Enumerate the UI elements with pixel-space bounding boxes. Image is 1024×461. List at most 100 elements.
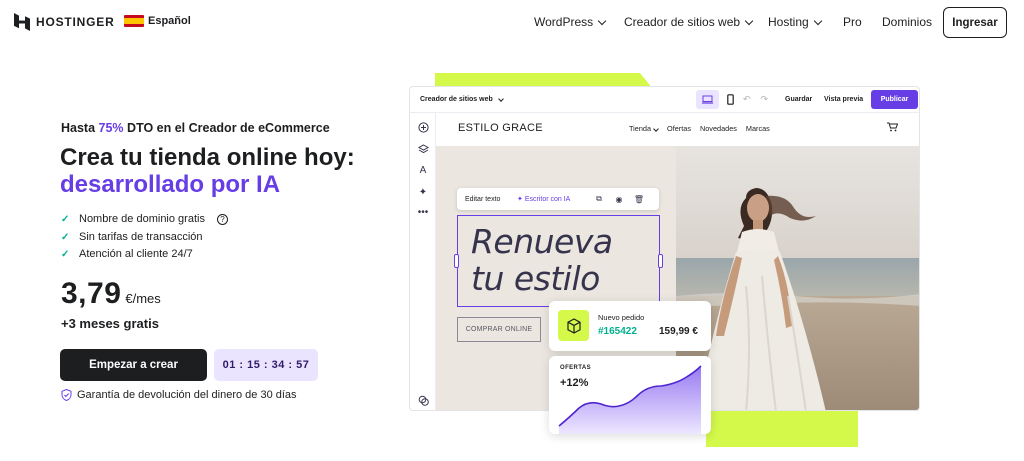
chevron-down-icon [597,16,607,25]
history-controls: ↶ ↷ [743,94,768,105]
preview-button[interactable]: Vista previa [824,96,863,103]
publish-button[interactable]: Publicar [871,90,918,109]
nav-item-label: Dominios [882,15,933,29]
ai-writer-label: Escritor con IA [524,196,571,203]
text-edit-toolbar: Editar texto ✦ Escritor con IA ⧉ ◉ 🗑 [457,188,659,210]
feature-list: ✓ Nombre de dominio gratis? ✓ Sin tarifas … [61,211,228,264]
ai-sparkle-icon[interactable]: ✦ [416,185,430,199]
chevron-down-icon [813,16,822,25]
layers-icon[interactable] [416,142,430,156]
countdown-timer: 01 : 15 : 34 : 57 [214,349,318,381]
language-label: Español [148,15,191,27]
typography-icon[interactable]: A [416,163,430,177]
ai-sparkle-icon: ✦ [517,196,525,203]
headline-line-1: Renueva [471,222,613,261]
feature-item: ✓ Nombre de dominio gratis? [61,211,228,229]
nav-item-domains[interactable]: Dominios [882,15,932,29]
nav-item-label: Hosting [768,15,809,29]
package-icon [558,310,589,341]
nav-item-label: Creador de sitios web [624,15,741,29]
feature-label: Atención al cliente 24/7 [79,248,193,260]
duplicate-icon[interactable]: ⧉ [589,194,609,204]
cart-icon[interactable] [887,122,899,135]
title-line-2: desarrollado por IA [60,171,281,198]
editor-topbar: Creador de sitios web ↶ ↷ Guardar Vista p… [410,87,919,113]
chevron-down-icon [744,16,754,25]
title-line-1: Crea tu tienda online hoy: [60,144,355,171]
nav-item-label: Pro [843,15,862,29]
spain-flag-icon [124,15,144,27]
help-chat-icon[interactable] [416,393,430,407]
hero-photo [676,146,919,410]
shield-check-icon [61,389,72,401]
ai-writer-button[interactable]: ✦ Escritor con IA [517,195,589,203]
help-icon[interactable]: ? [216,214,228,226]
order-label: Nuevo pedido [598,313,645,322]
language-selector[interactable]: Español [124,15,191,27]
trash-icon[interactable]: 🗑 [629,195,649,204]
site-menu-item[interactable]: Marcas [746,124,770,133]
guarantee: Garantía de devolución del dinero de 30 … [61,389,297,401]
site-menu-item[interactable]: Ofertas [667,124,691,133]
feature-item: ✓ Sin tarifas de transacción [61,229,228,247]
eye-icon[interactable]: ◉ [609,195,629,204]
price-unit: €/mes [125,291,161,306]
mobile-icon[interactable] [719,90,742,109]
headline-line-2: tu estilo [471,259,600,298]
editor-sidebar: A ✦ ••• [410,113,436,410]
feature-label: Nombre de dominio gratis [79,213,205,225]
promo-kicker: Hasta 75% DTO en el Creador de eCommerce [61,121,330,135]
hostinger-logo-icon [14,13,30,31]
redo-icon[interactable]: ↷ [761,94,769,105]
add-icon[interactable] [416,120,430,134]
site-menu-item[interactable]: Tienda [629,124,659,133]
resize-handle-right[interactable] [658,254,663,268]
site-headline: Renueva tu estilo [471,223,613,297]
builder-selector[interactable]: Creador de sitios web [420,95,504,103]
feature-item: ✓ Atención al cliente 24/7 [61,246,228,264]
kicker-prefix: Hasta [61,121,99,135]
resize-handle-left[interactable] [454,254,459,268]
order-number: #165422 [598,326,637,337]
site-menu-item[interactable]: Novedades [700,124,737,133]
decorative-lime-block [706,411,858,447]
top-nav: HOSTINGER Español WordPress Creador de s… [0,0,1024,44]
check-icon: ✓ [61,249,70,260]
chevron-down-icon [653,126,659,132]
shop-online-button[interactable]: COMPRAR ONLINE [457,317,541,342]
builder-selector-label: Creador de sitios web [420,96,493,103]
check-icon: ✓ [61,214,70,225]
save-button[interactable]: Guardar [785,96,812,103]
price: 3,79 €/mes [61,277,161,311]
brand-name: HOSTINGER [36,15,115,29]
nav-item-pro[interactable]: Pro [843,15,862,29]
bonus-text: +3 meses gratis [61,316,159,331]
site-menu: Tienda Ofertas Novedades Marcas [629,124,770,133]
nav-item-label: WordPress [534,15,594,29]
start-creating-button[interactable]: Empezar a crear [60,349,207,381]
order-amount: 159,99 € [659,326,698,337]
new-order-card: Nuevo pedido #165422 159,99 € [549,301,711,351]
site-header: ESTILO GRACE Tienda Ofertas Novedades Ma… [436,113,919,146]
page-title: Crea tu tienda online hoy: desarrollado … [60,144,390,198]
kicker-discount: 75% [98,121,124,135]
check-icon: ✓ [61,231,70,243]
login-button[interactable]: Ingresar [943,7,1007,38]
edit-text-button[interactable]: Editar texto [457,196,517,203]
device-switcher [696,90,742,109]
more-icon[interactable]: ••• [416,205,430,219]
kicker-suffix: DTO en el Creador de eCommerce [123,121,330,135]
feature-label: Sin tarifas de transacción [79,230,203,243]
nav-item-hosting[interactable]: Hosting [768,15,822,29]
offers-card: OFERTAS +12% [549,356,711,434]
nav-item-website-builder[interactable]: Creador de sitios web [624,15,754,29]
desktop-icon[interactable] [696,90,719,109]
price-value: 3,79 [61,277,122,310]
nav-item-wordpress[interactable]: WordPress [534,15,607,29]
chevron-down-icon [497,95,504,102]
offers-sparkline [558,365,702,434]
guarantee-label: Garantía de devolución del dinero de 30 … [77,389,297,401]
undo-icon[interactable]: ↶ [743,94,751,105]
hostinger-logo[interactable]: HOSTINGER [14,13,115,31]
site-brand: ESTILO GRACE [458,122,543,134]
